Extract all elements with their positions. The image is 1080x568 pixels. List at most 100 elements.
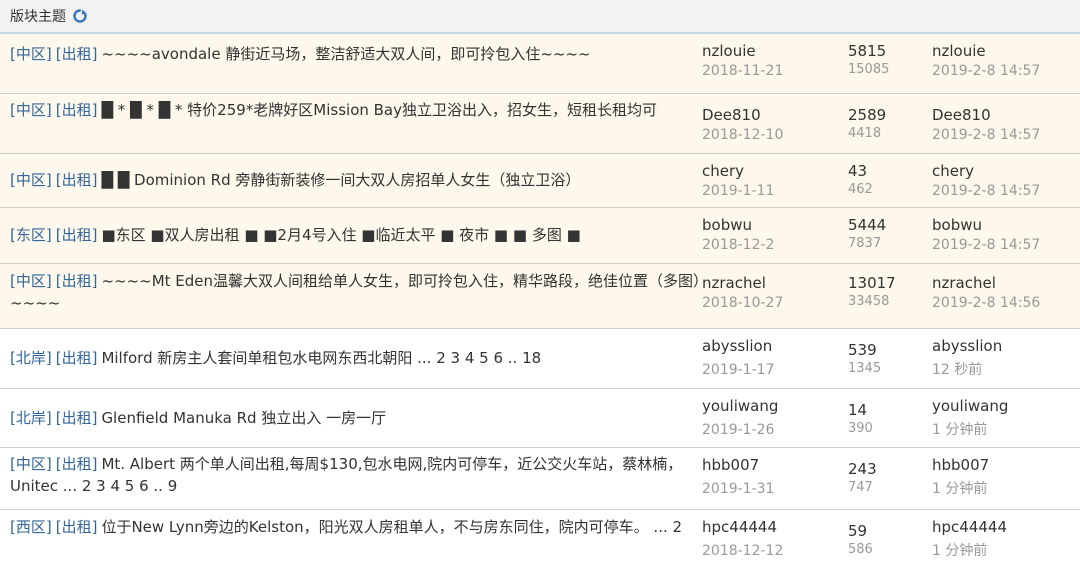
author-name[interactable]: hbb007 <box>702 455 848 475</box>
last-post-time[interactable]: 12 秒前 <box>932 360 1080 380</box>
author-cell: hbb007 2019-1-31 <box>702 448 848 509</box>
count-cell: 243 747 <box>848 448 932 509</box>
author-cell: Dee810 2018-12-10 <box>702 94 848 153</box>
author-cell: nzlouie 2018-11-21 <box>702 34 848 93</box>
thread-title-link[interactable]: Milford 新房主人套间单租包水电网东西北朝阳 ... 2 3 4 5 6 … <box>101 349 541 367</box>
count-cell: 2589 4418 <box>848 94 932 153</box>
last-poster[interactable]: bobwu <box>932 215 1080 235</box>
type-tag[interactable]: [出租] <box>56 518 98 536</box>
author-cell: youliwang 2019-1-26 <box>702 389 848 447</box>
type-tag[interactable]: [出租] <box>56 409 98 427</box>
last-poster[interactable]: nzrachel <box>932 273 1080 293</box>
count-cell: 539 1345 <box>848 329 932 388</box>
type-tag[interactable]: [出租] <box>56 272 98 290</box>
post-date: 2019-1-17 <box>702 362 775 378</box>
thread-title-link[interactable]: Glenfield Manuka Rd 独立出入 一房一厅 <box>101 409 386 427</box>
last-post-time[interactable]: 2019-2-8 14:57 <box>932 235 1080 255</box>
view-count: 747 <box>848 480 873 495</box>
thread-title-link[interactable]: █ █ Dominion Rd 旁静街新装修一间大双人房招单人女生（独立卫浴） <box>101 171 580 189</box>
view-count: 33458 <box>848 294 890 309</box>
region-tag[interactable]: [中区] <box>10 101 52 119</box>
region-tag[interactable]: [西区] <box>10 518 52 536</box>
region-tag[interactable]: [中区] <box>10 171 52 189</box>
refresh-icon[interactable] <box>72 8 88 24</box>
last-post-time[interactable]: 2019-2-8 14:57 <box>932 61 1080 81</box>
type-tag[interactable]: [出租] <box>56 45 98 63</box>
last-poster[interactable]: hpc44444 <box>932 517 1080 537</box>
last-poster[interactable]: nzlouie <box>932 41 1080 61</box>
type-tag[interactable]: [出租] <box>56 349 98 367</box>
last-post-time[interactable]: 1 分钟前 <box>932 479 1080 499</box>
last-post-time[interactable]: 2019-2-8 14:57 <box>932 125 1080 145</box>
thread-title-link[interactable]: █ * █ * █ * 特价259*老牌好区Mission Bay独立卫浴出入，… <box>101 101 657 119</box>
post-date: 2019-1-26 <box>702 422 775 438</box>
last-post-cell: bobwu 2019-2-8 14:57 <box>932 208 1080 263</box>
thread-title-link[interactable]: ~~~~avondale 静街近马场，整洁舒适大双人间，即可拎包入住~~~~ <box>101 45 590 63</box>
thread-title-link[interactable]: 位于New Lynn旁边的Kelston，阳光双人房租单人，不与房东同住，院内可… <box>101 518 682 536</box>
reply-count[interactable]: 5444 <box>848 215 932 235</box>
thread-title-cell: [中区] [出租] ~~~~avondale 静街近马场，整洁舒适大双人间，即可拎包… <box>0 34 702 93</box>
region-tag[interactable]: [北岸] <box>10 349 52 367</box>
view-count: 4418 <box>848 126 882 141</box>
type-tag[interactable]: [出租] <box>56 226 98 244</box>
reply-count[interactable]: 243 <box>848 459 932 479</box>
reply-count[interactable]: 13017 <box>848 273 932 293</box>
region-tag[interactable]: [中区] <box>10 455 52 473</box>
thread-row[interactable]: [中区] [出租] ~~~~Mt Eden温馨大双人间租给单人女生，即可拎包入住，精… <box>0 264 1080 329</box>
reply-count[interactable]: 59 <box>848 521 932 541</box>
type-tag[interactable]: [出租] <box>56 171 98 189</box>
thread-title-link[interactable]: Mt. Albert 两个单人间出租,每周$130,包水电网,院内可停车，近公交… <box>10 455 682 495</box>
thread-title-cell: [中区] [出租] █ █ Dominion Rd 旁静街新装修一间大双人房招单人女… <box>0 154 702 207</box>
thread-row[interactable]: [东区] [出租] ■东区 ■双人房出租 ■ ■2月4号入住 ■临近太平 ■ 夜市 … <box>0 208 1080 264</box>
last-post-cell: abysslion 12 秒前 <box>932 329 1080 388</box>
reply-count[interactable]: 14 <box>848 400 932 420</box>
last-poster[interactable]: hbb007 <box>932 455 1080 475</box>
last-post-time[interactable]: 2019-2-8 14:57 <box>932 181 1080 201</box>
view-count: 462 <box>848 182 873 197</box>
last-poster[interactable]: youliwang <box>932 396 1080 416</box>
last-post-cell: nzrachel 2019-2-8 14:56 <box>932 264 1080 328</box>
thread-row[interactable]: [中区] [出租] ~~~~avondale 静街近马场，整洁舒适大双人间，即可拎包… <box>0 34 1080 94</box>
reply-count[interactable]: 2589 <box>848 105 932 125</box>
author-cell: nzrachel 2018-10-27 <box>702 264 848 328</box>
region-tag[interactable]: [中区] <box>10 272 52 290</box>
region-tag[interactable]: [中区] <box>10 45 52 63</box>
thread-title-cell: [中区] [出租] Mt. Albert 两个单人间出租,每周$130,包水电网,院… <box>0 448 702 509</box>
type-tag[interactable]: [出租] <box>56 455 98 473</box>
author-name[interactable]: bobwu <box>702 215 848 235</box>
thread-row[interactable]: [中区] [出租] █ * █ * █ * 特价259*老牌好区Mission Ba… <box>0 94 1080 154</box>
author-name[interactable]: Dee810 <box>702 105 848 125</box>
reply-count[interactable]: 5815 <box>848 41 932 61</box>
author-name[interactable]: nzrachel <box>702 273 848 293</box>
thread-title-link[interactable]: ■东区 ■双人房出租 ■ ■2月4号入住 ■临近太平 ■ 夜市 ■ ■ 多图 ■ <box>101 226 580 244</box>
last-poster[interactable]: chery <box>932 161 1080 181</box>
last-post-cell: Dee810 2019-2-8 14:57 <box>932 94 1080 153</box>
thread-row[interactable]: [北岸] [出租] Glenfield Manuka Rd 独立出入 一房一厅 yo… <box>0 389 1080 448</box>
thread-row[interactable]: [中区] [出租] █ █ Dominion Rd 旁静街新装修一间大双人房招单人女… <box>0 154 1080 208</box>
thread-row[interactable]: [西区] [出租] 位于New Lynn旁边的Kelston，阳光双人房租单人，不与… <box>0 510 1080 568</box>
author-name[interactable]: nzlouie <box>702 41 848 61</box>
author-cell: hpc44444 2018-12-12 <box>702 510 848 568</box>
view-count: 15085 <box>848 62 890 77</box>
reply-count[interactable]: 43 <box>848 161 932 181</box>
last-post-time[interactable]: 1 分钟前 <box>932 541 1080 561</box>
last-post-time[interactable]: 2019-2-8 14:56 <box>932 293 1080 313</box>
last-poster[interactable]: abysslion <box>932 336 1080 356</box>
last-post-cell: youliwang 1 分钟前 <box>932 389 1080 447</box>
last-post-time[interactable]: 1 分钟前 <box>932 420 1080 440</box>
last-poster[interactable]: Dee810 <box>932 105 1080 125</box>
post-date: 2018-12-10 <box>702 127 784 143</box>
type-tag[interactable]: [出租] <box>56 101 98 119</box>
region-tag[interactable]: [东区] <box>10 226 52 244</box>
count-cell: 13017 33458 <box>848 264 932 328</box>
region-tag[interactable]: [北岸] <box>10 409 52 427</box>
thread-row[interactable]: [中区] [出租] Mt. Albert 两个单人间出租,每周$130,包水电网,院… <box>0 448 1080 510</box>
author-name[interactable]: abysslion <box>702 336 848 356</box>
reply-count[interactable]: 539 <box>848 340 932 360</box>
thread-row[interactable]: [北岸] [出租] Milford 新房主人套间单租包水电网东西北朝阳 ... 2 … <box>0 329 1080 389</box>
author-name[interactable]: chery <box>702 161 848 181</box>
author-name[interactable]: youliwang <box>702 396 848 416</box>
author-name[interactable]: hpc44444 <box>702 517 848 537</box>
author-cell: abysslion 2019-1-17 <box>702 329 848 388</box>
thread-title-link[interactable]: ~~~~Mt Eden温馨大双人间租给单人女生，即可拎包入住，精华路段，绝佳位置… <box>10 272 701 312</box>
